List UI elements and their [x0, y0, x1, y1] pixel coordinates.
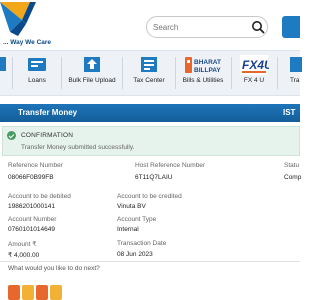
svg-text:BHARAT: BHARAT — [194, 59, 221, 66]
quick-action-button[interactable] — [8, 285, 20, 300]
nav-item-trade[interactable]: Tra — [280, 51, 310, 96]
quick-action-button[interactable] — [36, 285, 48, 300]
amount-value: ₹ 4,000.00 — [8, 252, 40, 259]
nav-label-trade: Tra — [290, 77, 300, 84]
reference-number-value: 08066F0B99FB — [8, 174, 54, 181]
bharat-billpay-icon: BHARAT BILLPAY — [185, 57, 221, 74]
credited-account-label: Account to be credited — [117, 193, 182, 200]
page-title-bar: Transfer Money IST — [0, 104, 300, 122]
amount-label: Amount ₹ — [8, 241, 37, 248]
loans-icon — [28, 58, 46, 71]
nav-item-loans[interactable]: Loans — [16, 51, 58, 96]
status-value: Comp — [284, 174, 302, 181]
nav-divider — [12, 57, 13, 89]
partial-nav-icon — [0, 57, 6, 71]
search-box[interactable] — [146, 16, 268, 38]
nav-label-bills-utilities: Bills & Utilities — [182, 77, 224, 84]
page-title-right: IST — [283, 108, 296, 117]
transaction-date-label: Transaction Date — [117, 240, 167, 247]
search-input[interactable] — [153, 20, 243, 35]
tax-center-icon — [141, 57, 157, 72]
fx4u-icon: FX4U — [240, 55, 269, 75]
logo-tagline: ... Way We Care — [3, 39, 52, 46]
nav-label-loans: Loans — [28, 77, 46, 84]
nav-item-previous[interactable] — [0, 51, 12, 96]
header: ... Way We Care — [0, 0, 300, 50]
confirmation-banner: CONFIRMATION Transfer Money submitted su… — [2, 126, 300, 156]
main-navigation: Loans Bulk File Upload Tax Center BHARAT… — [0, 50, 302, 96]
next-action-prompt: What would you like to do next? — [8, 265, 100, 272]
account-type-value: Internal — [117, 226, 139, 233]
nav-label-fx4u: FX 4 U — [243, 77, 265, 84]
credited-account-value: Vinuta BV — [117, 203, 146, 210]
account-type-label: Account Type — [117, 216, 157, 223]
debited-account-value: 1986201000141 — [8, 203, 55, 210]
svg-text:FX4U: FX4U — [242, 58, 269, 72]
nav-divider — [122, 57, 123, 89]
account-number-value: 0760101014649 — [8, 226, 55, 233]
nav-label-bulk-file-upload: Bulk File Upload — [68, 77, 116, 84]
confirmation-title: CONFIRMATION — [21, 132, 74, 139]
nav-item-bills-utilities[interactable]: BHARAT BILLPAY Bills & Utilities — [176, 51, 230, 96]
check-circle-icon — [7, 131, 16, 140]
reference-number-label: Reference Number — [8, 162, 63, 169]
bulk-file-upload-icon — [84, 57, 100, 72]
transaction-date-value: 08 Jun 2023 — [117, 251, 153, 258]
nav-item-bulk-file-upload[interactable]: Bulk File Upload — [64, 51, 120, 96]
confirmation-message: Transfer Money submitted successfully. — [21, 144, 135, 151]
status-label: Statu — [284, 162, 300, 169]
page-title: Transfer Money — [18, 108, 78, 117]
nav-label-tax-center: Tax Center — [133, 77, 165, 84]
user-menu-tab[interactable] — [282, 16, 300, 38]
nav-divider — [277, 57, 278, 89]
search-icon[interactable] — [251, 20, 265, 34]
debited-account-label: Account to be debited — [8, 193, 71, 200]
account-number-label: Account Number — [8, 216, 57, 223]
quick-action-button[interactable] — [22, 285, 34, 300]
svg-text:BILLPAY: BILLPAY — [194, 67, 221, 74]
nav-item-fx4u[interactable]: FX4U FX 4 U — [232, 51, 276, 96]
bank-logo-icon — [0, 2, 36, 36]
quick-action-button[interactable] — [50, 285, 62, 300]
nav-divider — [61, 57, 62, 89]
bank-logo[interactable]: ... Way We Care — [0, 2, 60, 48]
trade-icon — [290, 57, 302, 72]
spacer — [0, 96, 300, 104]
host-reference-value: 6T11Q7LAIU — [135, 174, 173, 181]
host-reference-label: Host Reference Number — [135, 162, 206, 169]
nav-item-tax-center[interactable]: Tax Center — [125, 51, 173, 96]
section-divider — [0, 261, 300, 262]
